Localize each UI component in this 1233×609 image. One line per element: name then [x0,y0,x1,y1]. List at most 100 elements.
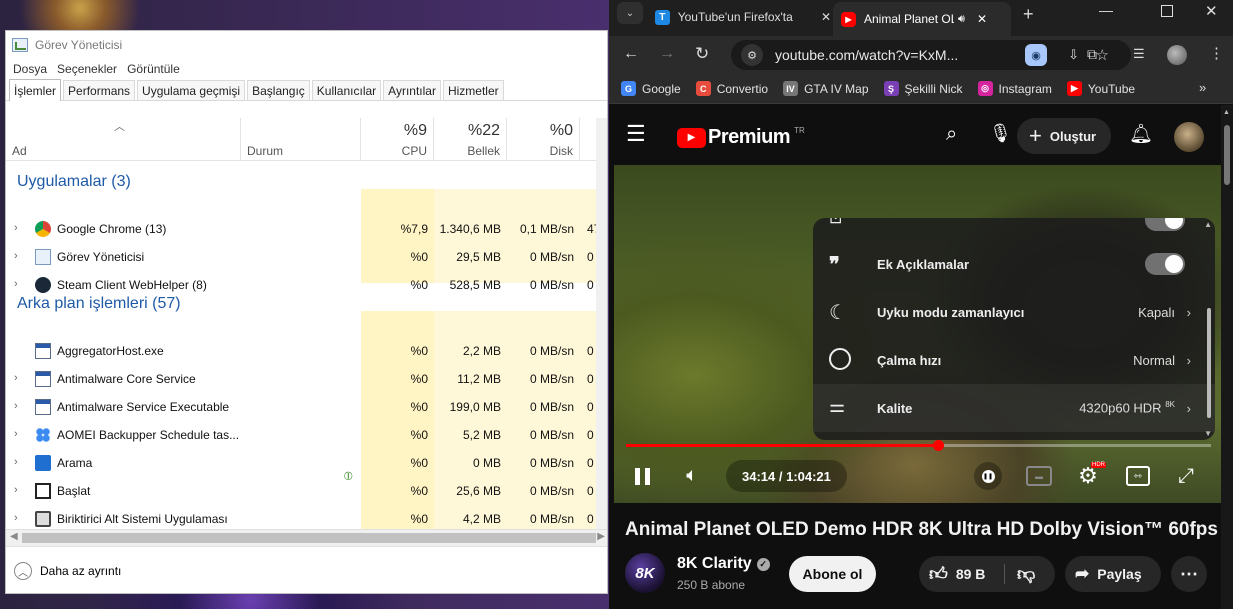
tab-processes[interactable]: İşlemler [9,79,62,101]
video-player[interactable]: ⊡ ❞ Ek Açıklamalar ☾ Uyku modu zamanlayı… [614,165,1222,503]
page-scrollbar[interactable]: ▲ [1221,105,1233,609]
dislike-icon[interactable]: 👎︎ [1017,563,1035,585]
process-row[interactable]: › Görev Yöneticisi %0 29,5 MB 0 MB/sn 0 [6,243,607,271]
expand-chevron-icon[interactable]: › [14,456,18,468]
menu-view[interactable]: Görüntüle [122,62,185,76]
progress-scrubber[interactable] [932,440,944,451]
more-bookmarks-icon[interactable]: » [1199,80,1206,95]
more-actions-icon[interactable]: ⋯ [1171,556,1207,592]
tab-services[interactable]: Hizmetler [442,80,504,100]
fewer-details-button[interactable]: ︿ Daha az ayrıntı [6,546,607,593]
bookmark-item[interactable]: Ş Şekilli Nick [883,81,963,96]
process-row[interactable]: › Biriktirici Alt Sistemi Uygulaması %0 4,2… [6,505,607,529]
expand-chevron-icon[interactable]: › [14,372,18,384]
settings-gear-icon[interactable]: ⚙︎ HDR [1074,462,1106,490]
minimize-icon[interactable]: — [1099,2,1113,18]
theater-mode-icon[interactable]: ⇿ [1126,466,1150,486]
menu-options[interactable]: Seçenekler [52,62,122,76]
tab-users[interactable]: Kullanıcılar [311,80,382,100]
settings-annotations[interactable]: ❞ Ek Açıklamalar [813,240,1215,288]
maximize-icon[interactable] [1161,5,1173,17]
process-row[interactable]: › Google Chrome (13) %7,9 1.340,6 MB 0,1 MB/… [6,215,607,243]
page-scroll-up-icon[interactable]: ▲ [1223,109,1230,116]
scroll-right-icon[interactable]: ▶ [597,531,605,542]
expand-chevron-icon[interactable]: › [14,428,18,440]
channel-avatar[interactable]: 8K [625,553,665,593]
scroll-down-icon[interactable]: ▼ [1204,429,1212,438]
hamburger-menu-icon[interactable]: ☰ [626,123,646,145]
chrome-menu-icon[interactable]: ⋮ [1209,44,1224,62]
process-row[interactable]: › Başlat %0 25,6 MB 0 MB/sn 0 [6,477,607,505]
menu-file[interactable]: Dosya [8,62,52,76]
search-icon[interactable]: ⌕ [946,123,957,146]
settings-playback-speed[interactable]: Çalma hızı Normal › [813,336,1215,384]
forward-icon[interactable]: → [659,45,675,63]
tab-close-icon[interactable]: ✕ [821,10,831,24]
tab-search-icon[interactable]: ⌄ [617,2,643,24]
volume-icon[interactable]: 🔈︎ [680,464,704,488]
header-status[interactable]: Durum [241,118,361,161]
tab-startup[interactable]: Başlangıç [247,80,310,100]
page-scroll-thumb[interactable] [1224,125,1230,185]
process-row[interactable]: AggregatorHost.exe %0 2,2 MB 0 MB/sn 0 [6,337,607,365]
bookmark-star-icon[interactable]: ☆ [1096,46,1109,64]
extensions-icon[interactable]: ⧉ [1087,46,1097,63]
tab-youtube-active[interactable]: ▶ Animal Planet OLED 🔊︎ ✕ [833,2,1011,36]
fullscreen-icon[interactable]: ⤢ [1174,464,1198,488]
scroll-up-icon[interactable]: ▲ [1204,220,1212,229]
header-cpu[interactable]: %9 CPU [361,118,434,161]
site-info-icon[interactable]: ⚙︎ [741,44,763,66]
install-app-icon[interactable]: ⇩ [1068,47,1079,63]
progress-bar[interactable] [626,440,1211,451]
account-avatar[interactable] [1174,122,1204,152]
media-controls-icon[interactable]: ☰ [1133,46,1145,62]
create-button[interactable]: + Oluştur [1017,118,1111,154]
tab-performance[interactable]: Performans [63,80,136,100]
expand-chevron-icon[interactable]: › [14,222,18,234]
expand-chevron-icon[interactable]: › [14,278,18,290]
channel-name-link[interactable]: 8K Clarity ✓ [677,555,770,573]
process-row[interactable]: › Antimalware Core Service %0 11,2 MB 0 MB/s… [6,365,607,393]
tab-details[interactable]: Ayrıntılar [383,80,441,100]
annotations-toggle[interactable] [1145,253,1185,275]
process-row[interactable]: › AOMEI Backupper Schedule tas... %0 5,2 MB… [6,421,607,449]
process-row[interactable]: › Antimalware Service Executable %0 199,0 M… [6,393,607,421]
new-tab-icon[interactable]: + [1023,4,1034,25]
expand-chevron-icon[interactable]: › [14,250,18,262]
pause-icon[interactable] [632,464,652,488]
expand-chevron-icon[interactable]: › [14,512,18,524]
expand-chevron-icon[interactable]: › [14,484,18,496]
tab-firefox[interactable]: T YouTube'un Firefox'ta ✕ [655,0,831,34]
bookmark-item[interactable]: G Google [621,81,681,96]
bookmark-item[interactable]: IV GTA IV Map [783,81,869,96]
autoplay-toggle[interactable]: ❚❚ [974,462,1002,490]
bookmark-item[interactable]: ▶ YouTube [1066,81,1135,96]
reload-icon[interactable]: ↻ [695,44,709,64]
bookmark-item[interactable]: C Convertio [695,81,768,96]
process-row[interactable]: › Arama %0 0 MB 0 MB/sn 0 [6,449,607,477]
scroll-left-icon[interactable]: ◀ [10,531,18,542]
close-window-icon[interactable]: ✕ [1205,2,1218,20]
scroll-thumb[interactable] [22,533,596,543]
header-memory[interactable]: %22 Bellek [434,118,507,161]
address-bar[interactable]: ⚙︎ youtube.com/watch?v=KxM... ◉ ⇩ ☆ [731,40,1131,70]
tab-close-icon[interactable]: ✕ [977,12,987,26]
settings-scroll-thumb[interactable] [1207,308,1211,418]
cinematic-toggle[interactable] [1145,218,1185,231]
horizontal-scrollbar[interactable]: ◀ ▶ [6,529,607,546]
youtube-premium-logo[interactable]: ▶ Premium TR [677,126,805,149]
share-button[interactable]: ➦ Paylaş [1065,556,1161,592]
vertical-scrollbar[interactable] [596,118,607,529]
process-row[interactable]: › Steam Client WebHelper (8) %0 528,5 MB 0 M… [6,271,607,299]
subtitles-icon[interactable]: ▬ [1026,466,1052,486]
subscribe-button[interactable]: Abone ol [789,556,876,592]
settings-quality[interactable]: ⚌ Kalite 4320p60 HDR 8K › [813,384,1215,432]
tab-app-history[interactable]: Uygulama geçmişi [137,80,246,100]
header-name[interactable]: Ad [6,118,241,161]
settings-sleep-timer[interactable]: ☾ Uyku modu zamanlayıcı Kapalı › [813,288,1215,336]
speaker-icon[interactable]: 🔊︎ [958,13,965,26]
like-icon[interactable]: 👍︎ [929,563,948,585]
header-disk[interactable]: %0 Disk [507,118,580,161]
google-lens-icon[interactable]: ◉ [1025,44,1047,66]
back-icon[interactable]: ← [623,45,639,63]
